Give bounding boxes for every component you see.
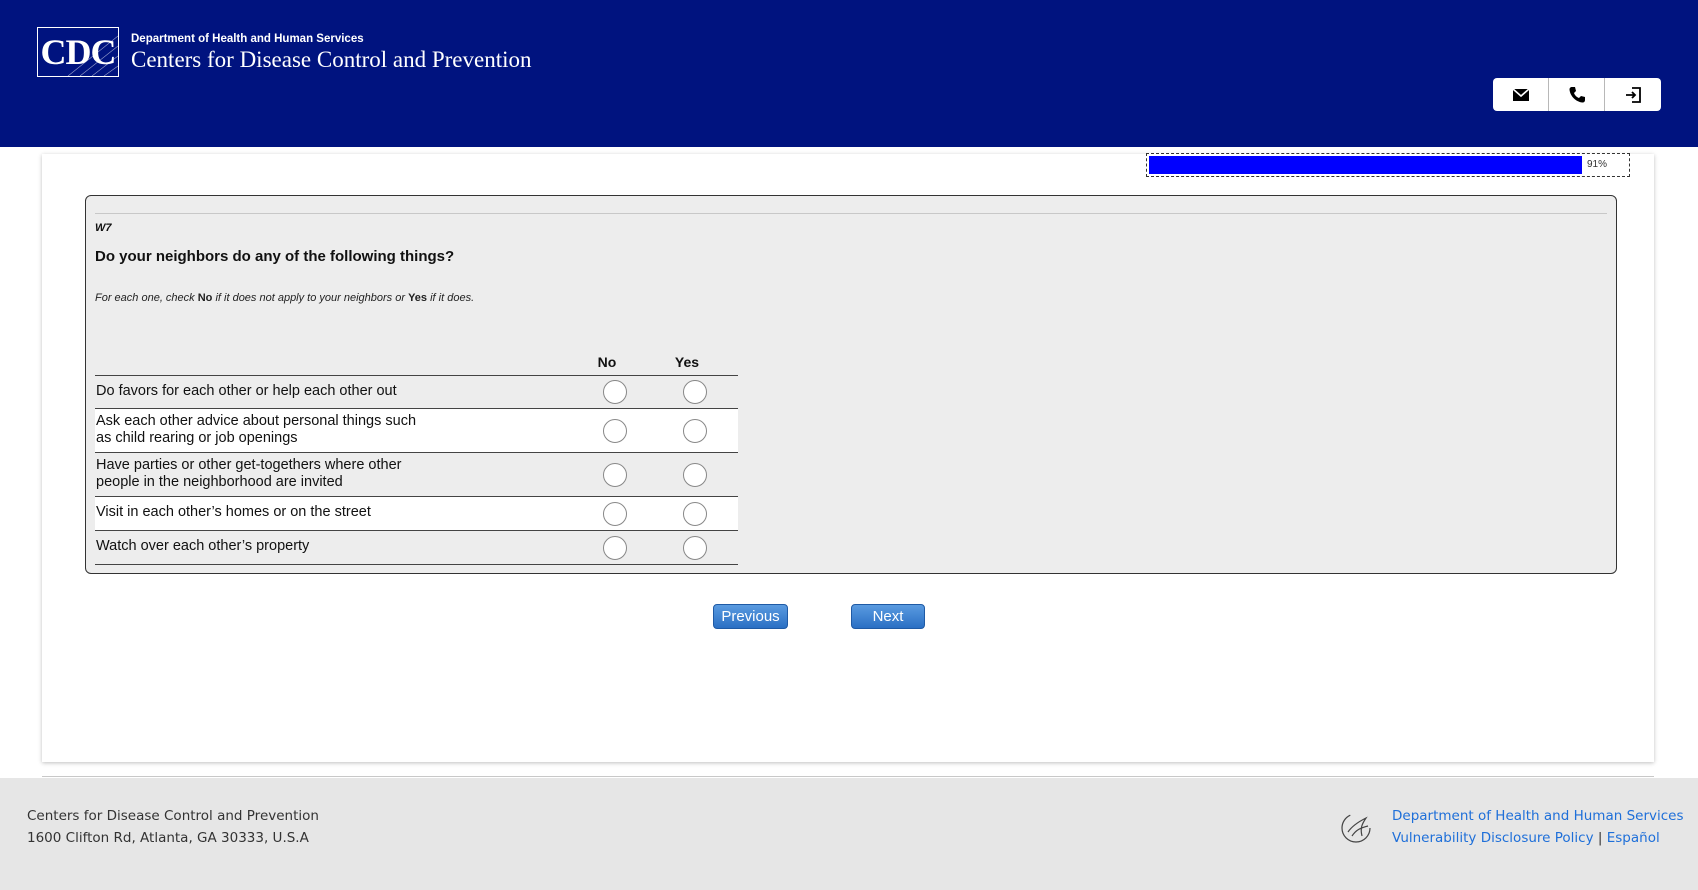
cdc-logo-mark: CDC [37,27,119,77]
row-label: Have parties or other get-togethers wher… [96,457,402,490]
grid-row: Watch over each other’s property [95,531,738,565]
question-text: Do your neighbors do any of the followin… [95,248,455,265]
exit-button[interactable] [1605,78,1661,111]
previous-button[interactable]: Previous [713,604,788,629]
grid-row: Ask each other advice about personal thi… [95,409,738,453]
grid-row: Have parties or other get-togethers wher… [95,453,738,497]
row-label: Watch over each other’s property [96,538,310,554]
header-actions [1493,78,1661,111]
grid-row: Do favors for each other or help each ot… [95,376,738,409]
radio-yes[interactable] [683,462,707,487]
cdc-logo[interactable]: CDC Department of Health and Human Servi… [37,27,532,77]
column-header-no: No [597,354,617,370]
column-header-yes: Yes [674,354,700,370]
email-button[interactable] [1493,78,1549,111]
radio-no[interactable] [603,380,627,404]
footer-address: 1600 Clifton Rd, Atlanta, GA 30333, U.S.… [27,830,309,846]
mail-icon [1511,87,1530,101]
radio-yes[interactable] [683,380,707,404]
question-box: W7 Do your neighbors do any of the follo… [85,195,1617,574]
progress-label: 91% [1586,159,1607,170]
footer-links: Vulnerability Disclosure Policy | Españo… [1392,830,1660,846]
hhs-eagle-icon [1341,813,1371,843]
org-title: Department of Health and Human Services … [131,27,532,73]
radio-yes[interactable] [683,535,707,560]
org-name: Centers for Disease Control and Preventi… [131,47,532,72]
footer-divider [42,776,1654,777]
radio-yes[interactable] [683,501,707,526]
hhs-link[interactable]: Department of Health and Human Services [1392,808,1684,824]
grid-row: Visit in each other’s homes or on the st… [95,497,738,531]
radio-no[interactable] [603,535,627,560]
site-header: CDC Department of Health and Human Servi… [0,0,1698,147]
row-label: Ask each other advice about personal thi… [96,413,417,446]
answer-grid: Do favors for each other or help each ot… [95,375,738,565]
progress-bar: 91% [1146,153,1630,177]
radio-no[interactable] [603,501,627,526]
next-button[interactable]: Next [851,604,925,629]
phone-icon [1569,86,1585,102]
progress-fill [1149,156,1582,174]
divider [95,213,1607,214]
footer-org: Centers for Disease Control and Preventi… [27,808,319,824]
question-instructions: For each one, check No if it does not ap… [95,292,475,304]
link-separator: | [1593,830,1607,846]
row-label: Visit in each other’s homes or on the st… [96,504,371,520]
vulnerability-disclosure-link[interactable]: Vulnerability Disclosure Policy [1392,830,1594,846]
dept-name: Department of Health and Human Services [131,33,364,45]
radio-no[interactable] [603,418,627,443]
phone-button[interactable] [1549,78,1605,111]
radio-no[interactable] [603,462,627,487]
question-id: W7 [95,222,112,234]
espanol-link[interactable]: Español [1607,830,1660,846]
row-label: Do favors for each other or help each ot… [96,383,397,399]
radio-yes[interactable] [683,418,707,443]
exit-icon [1626,86,1641,103]
